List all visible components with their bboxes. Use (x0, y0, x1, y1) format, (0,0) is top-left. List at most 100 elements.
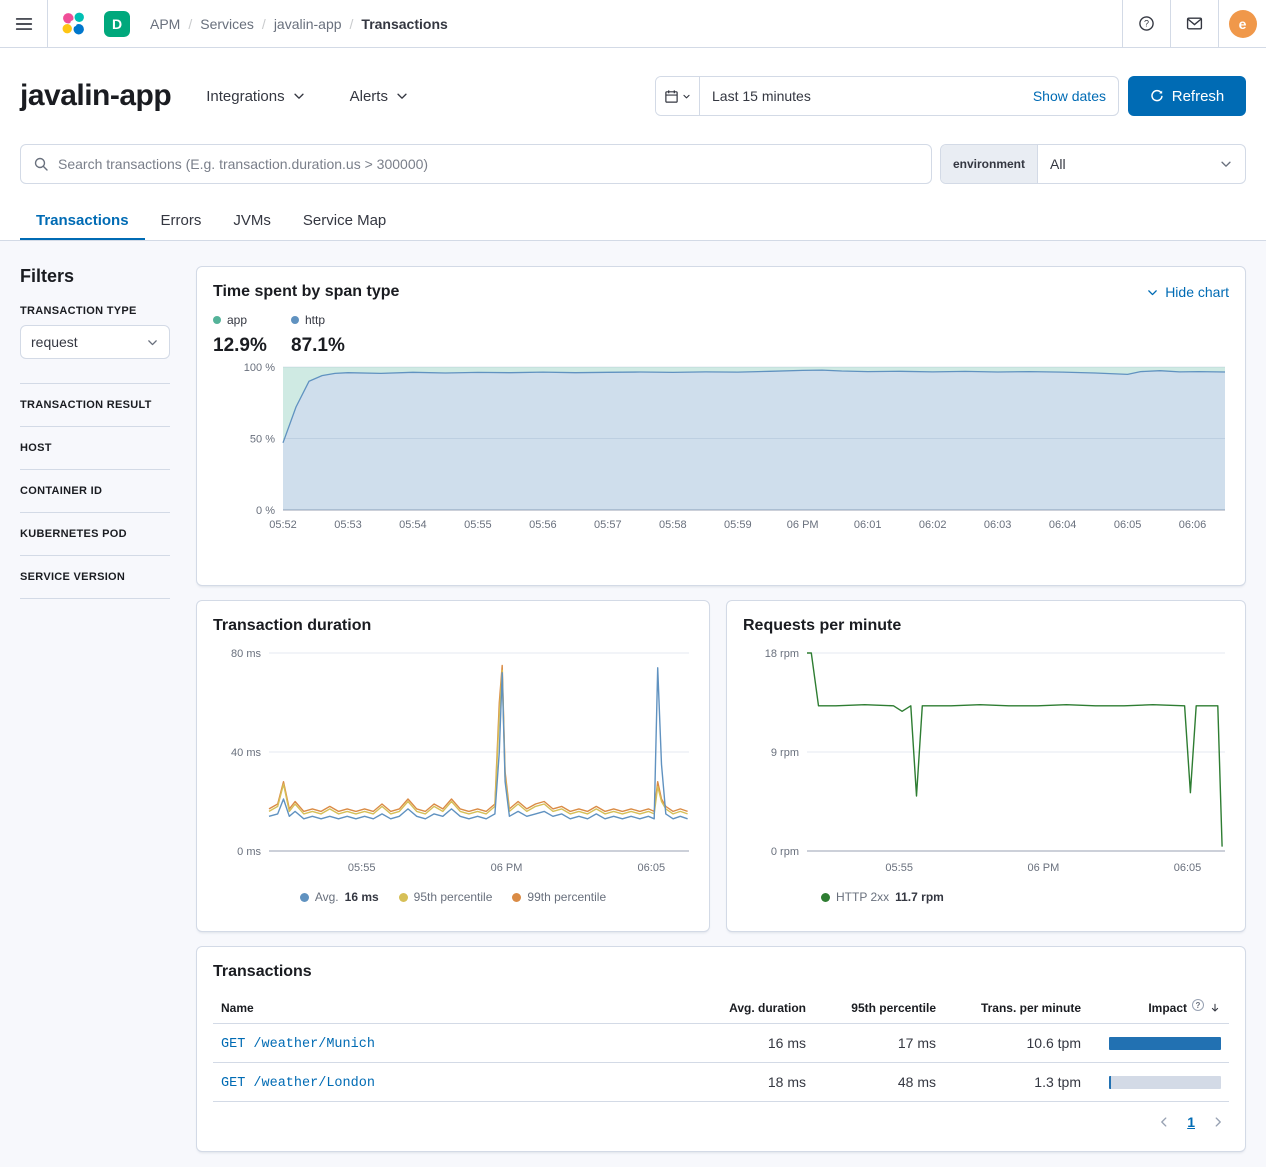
svg-text:06 PM: 06 PM (1028, 862, 1060, 874)
svg-text:9 rpm: 9 rpm (771, 747, 799, 759)
svg-text:06:04: 06:04 (1049, 519, 1077, 531)
hide-chart-link[interactable]: Hide chart (1146, 284, 1229, 300)
tab-transactions[interactable]: Transactions (20, 200, 145, 240)
pagination: 1 (213, 1114, 1229, 1130)
integrations-label: Integrations (206, 88, 284, 105)
tab-jvms[interactable]: JVMs (217, 200, 287, 240)
table-row: GET /weather/London 18 ms 48 ms 1.3 tpm (213, 1063, 1229, 1102)
elastic-logo-icon (61, 11, 86, 36)
legend-item-avg[interactable]: Avg. 16 ms (300, 890, 379, 904)
transaction-duration-panel: Transaction duration 0 ms40 ms80 ms05:55… (196, 600, 710, 932)
breadcrumb-separator: / (188, 16, 192, 32)
refresh-button[interactable]: Refresh (1128, 76, 1246, 116)
hide-chart-label: Hide chart (1165, 284, 1229, 300)
quick-select-button[interactable] (656, 77, 700, 115)
global-topbar: D APM / Services / javalin-app / Transac… (0, 0, 1266, 48)
time-range-value[interactable]: Last 15 minutes (700, 77, 1033, 115)
svg-text:05:57: 05:57 (594, 519, 622, 531)
breadcrumb-item-services[interactable]: Services (200, 16, 254, 32)
transaction-type-select[interactable]: request (20, 325, 170, 359)
http-legend-label: http (305, 313, 325, 327)
filter-section-container-id[interactable]: CONTAINER ID (20, 470, 170, 513)
transaction-duration-chart[interactable]: 0 ms40 ms80 ms05:5506 PM06:05 (213, 641, 695, 879)
tpm-value: 10.6 tpm (944, 1024, 1089, 1063)
table-header-row: Name Avg. duration 95th percentile Trans… (213, 993, 1229, 1024)
search-row: environment All (20, 144, 1246, 184)
filter-section-service-version[interactable]: SERVICE VERSION (20, 556, 170, 599)
breadcrumb-item-apm[interactable]: APM (150, 16, 180, 32)
page-number[interactable]: 1 (1187, 1114, 1195, 1130)
alerts-label: Alerts (350, 88, 388, 105)
svg-text:?: ? (1144, 19, 1149, 29)
column-header-name: Name (213, 993, 664, 1024)
legend-item-app[interactable]: app (213, 313, 291, 327)
span-type-chart[interactable]: 0 %50 %100 %05:5205:5305:5405:5505:5605:… (213, 361, 1231, 536)
svg-text:05:56: 05:56 (529, 519, 557, 531)
legend-item-http2xx[interactable]: HTTP 2xx 11.7 rpm (821, 890, 944, 904)
svg-text:06:05: 06:05 (1174, 862, 1202, 874)
page-title: javalin-app (20, 79, 171, 113)
app-percentage: 12.9% (213, 335, 291, 357)
tpm-value: 1.3 tpm (944, 1063, 1089, 1102)
avg-legend-dot (300, 893, 309, 902)
column-header-impact[interactable]: Impact ? (1089, 993, 1229, 1024)
date-picker: Last 15 minutes Show dates (655, 76, 1119, 116)
svg-text:05:52: 05:52 (269, 519, 297, 531)
show-dates-link[interactable]: Show dates (1033, 88, 1118, 104)
svg-text:06:01: 06:01 (854, 519, 882, 531)
elastic-logo[interactable] (48, 0, 98, 47)
filters-title: Filters (20, 266, 170, 287)
environment-select[interactable]: All (1038, 145, 1245, 183)
svg-text:40 ms: 40 ms (231, 747, 261, 759)
rpm-legend: HTTP 2xx 11.7 rpm (821, 890, 1229, 904)
svg-text:06 PM: 06 PM (787, 519, 819, 531)
p99-legend-dot (512, 893, 521, 902)
transaction-type-value: request (31, 334, 78, 350)
column-header-95th: 95th percentile (814, 993, 944, 1024)
user-menu-button[interactable]: e (1218, 0, 1266, 47)
impact-bar (1109, 1076, 1221, 1089)
impact-info-icon[interactable]: ? (1192, 999, 1204, 1011)
search-input[interactable] (58, 156, 919, 172)
svg-text:05:55: 05:55 (348, 862, 376, 874)
http2xx-legend-value: 11.7 rpm (895, 890, 944, 904)
breadcrumb-separator: / (350, 16, 354, 32)
filter-section-host[interactable]: HOST (20, 427, 170, 470)
app-legend-dot (213, 316, 221, 324)
legend-item-p99[interactable]: 99th percentile (512, 890, 606, 904)
svg-text:05:54: 05:54 (399, 519, 427, 531)
menu-icon[interactable] (0, 0, 48, 47)
alerts-menu-button[interactable]: Alerts (350, 88, 409, 105)
table-row: GET /weather/Munich 16 ms 17 ms 10.6 tpm (213, 1024, 1229, 1063)
legend-item-http[interactable]: http (291, 313, 369, 327)
svg-text:100 %: 100 % (244, 362, 275, 374)
avg-legend-label: Avg. (315, 890, 339, 904)
tab-errors[interactable]: Errors (145, 200, 218, 240)
svg-text:05:53: 05:53 (334, 519, 362, 531)
tab-service-map[interactable]: Service Map (287, 200, 402, 240)
p95-legend-dot (399, 893, 408, 902)
transaction-link-london[interactable]: GET /weather/London (221, 1076, 375, 1091)
http-legend-dot (291, 316, 299, 324)
filter-section-transaction-result[interactable]: TRANSACTION RESULT (20, 384, 170, 427)
breadcrumb-item-service[interactable]: javalin-app (274, 16, 342, 32)
user-avatar: e (1229, 10, 1257, 38)
filter-section-kubernetes-pod[interactable]: KUBERNETES POD (20, 513, 170, 556)
chevron-down-icon (395, 89, 409, 103)
transaction-link-munich[interactable]: GET /weather/Munich (221, 1037, 375, 1052)
svg-text:50 %: 50 % (250, 434, 275, 446)
column-header-avg-duration: Avg. duration (664, 993, 814, 1024)
legend-item-p95[interactable]: 95th percentile (399, 890, 493, 904)
http2xx-legend-dot (821, 893, 830, 902)
integrations-menu-button[interactable]: Integrations (206, 88, 305, 105)
column-header-tpm: Trans. per minute (944, 993, 1089, 1024)
help-icon[interactable]: ? (1122, 0, 1170, 47)
mail-icon[interactable] (1170, 0, 1218, 47)
space-badge[interactable]: D (104, 11, 130, 37)
search-box (20, 144, 932, 184)
svg-text:05:58: 05:58 (659, 519, 687, 531)
duration-title: Transaction duration (213, 617, 371, 634)
previous-page-icon[interactable] (1157, 1115, 1171, 1129)
next-page-icon[interactable] (1211, 1115, 1225, 1129)
requests-per-minute-chart[interactable]: 0 rpm9 rpm18 rpm05:5506 PM06:05 (743, 641, 1231, 879)
